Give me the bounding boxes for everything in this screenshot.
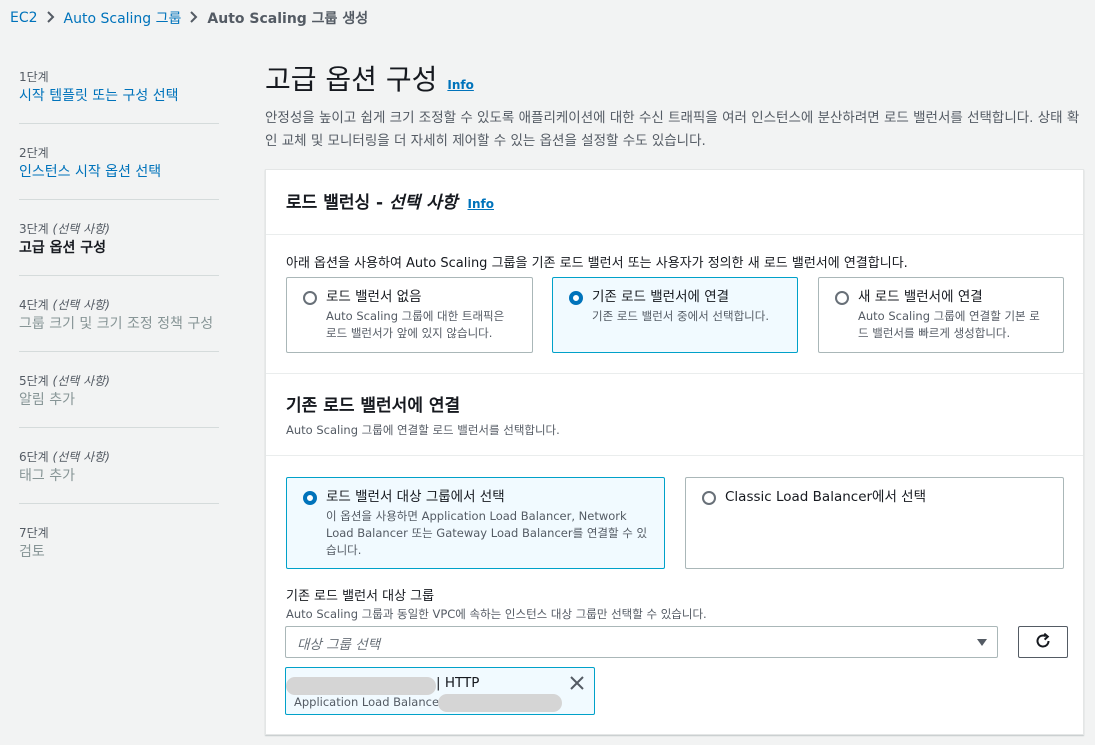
main-header: 고급 옵션 구성 Info 안정성을 높이고 쉽게 크기 조정할 수 있도록 애… [265, 60, 1085, 153]
redacted-arn [438, 694, 562, 712]
step-7: 7단계 검토 [19, 520, 219, 579]
info-link[interactable]: Info [447, 65, 473, 105]
step-1-link[interactable]: 시작 템플릿 또는 구성 선택 [19, 86, 219, 107]
panel-title: 로드 밸런싱 - 선택 사항 [286, 193, 458, 213]
option-existing-load-balancer[interactable]: 기존 로드 밸런서에 연결 기존 로드 밸런서 중에서 선택합니다. [552, 277, 798, 353]
option-desc: Auto Scaling 그룹에 연결할 기본 로드 밸런서를 빠르게 생성합니… [858, 309, 1040, 340]
option-target-groups[interactable]: 로드 밸런서 대상 그룹에서 선택 이 옵션을 사용하면 Application… [286, 477, 665, 569]
option-title: 로드 밸런서 대상 그룹에서 선택 [326, 489, 505, 505]
radio-new-load-balancer[interactable] [835, 291, 849, 305]
selected-target-group-token: | HTTP Application Load Balancer: [285, 667, 595, 715]
step-number: 6단계 [19, 450, 49, 464]
option-desc: 기존 로드 밸런서 중에서 선택합니다. [592, 309, 769, 323]
option-title: 기존 로드 밸런서에 연결 [592, 289, 730, 305]
target-group-select[interactable]: 대상 그룹 선택 [285, 626, 998, 658]
radio-existing-load-balancer[interactable] [569, 291, 583, 305]
step-number: 3단계 [19, 222, 49, 236]
step-4: 4단계 (선택 사항) 그룹 크기 및 크기 조정 정책 구성 [19, 292, 219, 352]
breadcrumb: EC2 Auto Scaling 그룹 Auto Scaling 그룹 생성 [10, 8, 368, 28]
page-title: 고급 옵션 구성 [265, 63, 438, 96]
step-optional: (선택 사항) [52, 374, 110, 388]
step-6-title: 태그 추가 [19, 468, 75, 484]
option-desc: Auto Scaling 그룹에 대한 트래픽은 로드 밸런서가 앞에 있지 않… [326, 309, 505, 340]
radio-target-groups[interactable] [303, 491, 317, 505]
step-optional: (선택 사항) [52, 450, 110, 464]
step-7-title: 검토 [19, 544, 45, 560]
token-sub-label: Application Load Balancer: [294, 695, 448, 709]
option-new-load-balancer[interactable]: 새 로드 밸런서에 연결 Auto Scaling 그룹에 연결할 기본 로드 … [818, 277, 1064, 353]
attach-title: 기존 로드 밸런서에 연결 [286, 396, 461, 416]
step-4-title: 그룹 크기 및 크기 조정 정책 구성 [19, 316, 214, 332]
target-group-desc: Auto Scaling 그룹과 동일한 VPC에 속하는 인스턴스 대상 그룹… [286, 607, 707, 621]
panel-header: 로드 밸런싱 - 선택 사항 Info [266, 170, 1083, 235]
attach-desc: Auto Scaling 그룹에 연결할 로드 밸런서를 선택합니다. [286, 423, 560, 437]
select-placeholder: 대상 그룹 선택 [297, 637, 381, 653]
breadcrumb-current: Auto Scaling 그룹 생성 [207, 11, 369, 27]
wizard-steps: 1단계 시작 템플릿 또는 구성 선택 2단계 인스턴스 시작 옵션 선택 3단… [19, 64, 219, 595]
step-1: 1단계 시작 템플릿 또는 구성 선택 [19, 64, 219, 124]
lb-options-label: 아래 옵션을 사용하여 Auto Scaling 그룹을 기존 로드 밸런서 또… [286, 256, 908, 271]
option-title: 새 로드 밸런서에 연결 [858, 289, 983, 305]
breadcrumb-ec2[interactable]: EC2 [10, 10, 38, 26]
option-no-load-balancer[interactable]: 로드 밸런서 없음 Auto Scaling 그룹에 대한 트래픽은 로드 밸런… [286, 277, 533, 353]
step-6: 6단계 (선택 사항) 태그 추가 [19, 444, 219, 504]
panel-info-link[interactable]: Info [468, 197, 494, 211]
step-2-link[interactable]: 인스턴스 시작 옵션 선택 [19, 162, 219, 183]
target-group-label: 기존 로드 밸런서 대상 그룹 [286, 589, 435, 604]
load-balancing-panel: 로드 밸런싱 - 선택 사항 Info 아래 옵션을 사용하여 Auto Sca… [265, 169, 1084, 735]
option-title: 로드 밸런서 없음 [326, 289, 422, 305]
step-number: 7단계 [19, 526, 49, 540]
step-number: 4단계 [19, 298, 49, 312]
option-desc: 이 옵션을 사용하면 Application Load Balancer, Ne… [326, 509, 648, 557]
radio-no-load-balancer[interactable] [303, 291, 317, 305]
chevron-right-icon [190, 10, 198, 26]
step-5: 5단계 (선택 사항) 알림 추가 [19, 368, 219, 428]
step-number: 5단계 [19, 374, 49, 388]
step-number: 1단계 [19, 70, 49, 84]
option-title: Classic Load Balancer에서 선택 [725, 489, 927, 505]
page-description: 안정성을 높이고 쉽게 크기 조정할 수 있도록 애플리케이션에 대한 수신 트… [265, 110, 1080, 149]
redacted-name [286, 677, 436, 695]
step-3-current: 고급 옵션 구성 [19, 240, 107, 256]
step-3: 3단계 (선택 사항) 고급 옵션 구성 [19, 216, 219, 276]
close-icon[interactable] [568, 674, 586, 692]
step-optional: (선택 사항) [52, 298, 110, 312]
refresh-button[interactable] [1018, 626, 1068, 658]
attach-section-header: 기존 로드 밸런서에 연결 Auto Scaling 그룹에 연결할 로드 밸런… [266, 373, 1083, 456]
step-2: 2단계 인스턴스 시작 옵션 선택 [19, 140, 219, 200]
refresh-icon [1034, 632, 1052, 653]
step-optional: (선택 사항) [52, 222, 110, 236]
radio-classic-load-balancer[interactable] [702, 491, 716, 505]
token-protocol: | HTTP [436, 675, 480, 691]
option-classic-load-balancer[interactable]: Classic Load Balancer에서 선택 [685, 477, 1064, 569]
step-number: 2단계 [19, 146, 49, 160]
step-5-title: 알림 추가 [19, 392, 75, 408]
breadcrumb-auto-scaling-groups[interactable]: Auto Scaling 그룹 [64, 8, 182, 28]
chevron-right-icon [46, 10, 55, 26]
caret-down-icon [977, 639, 987, 646]
